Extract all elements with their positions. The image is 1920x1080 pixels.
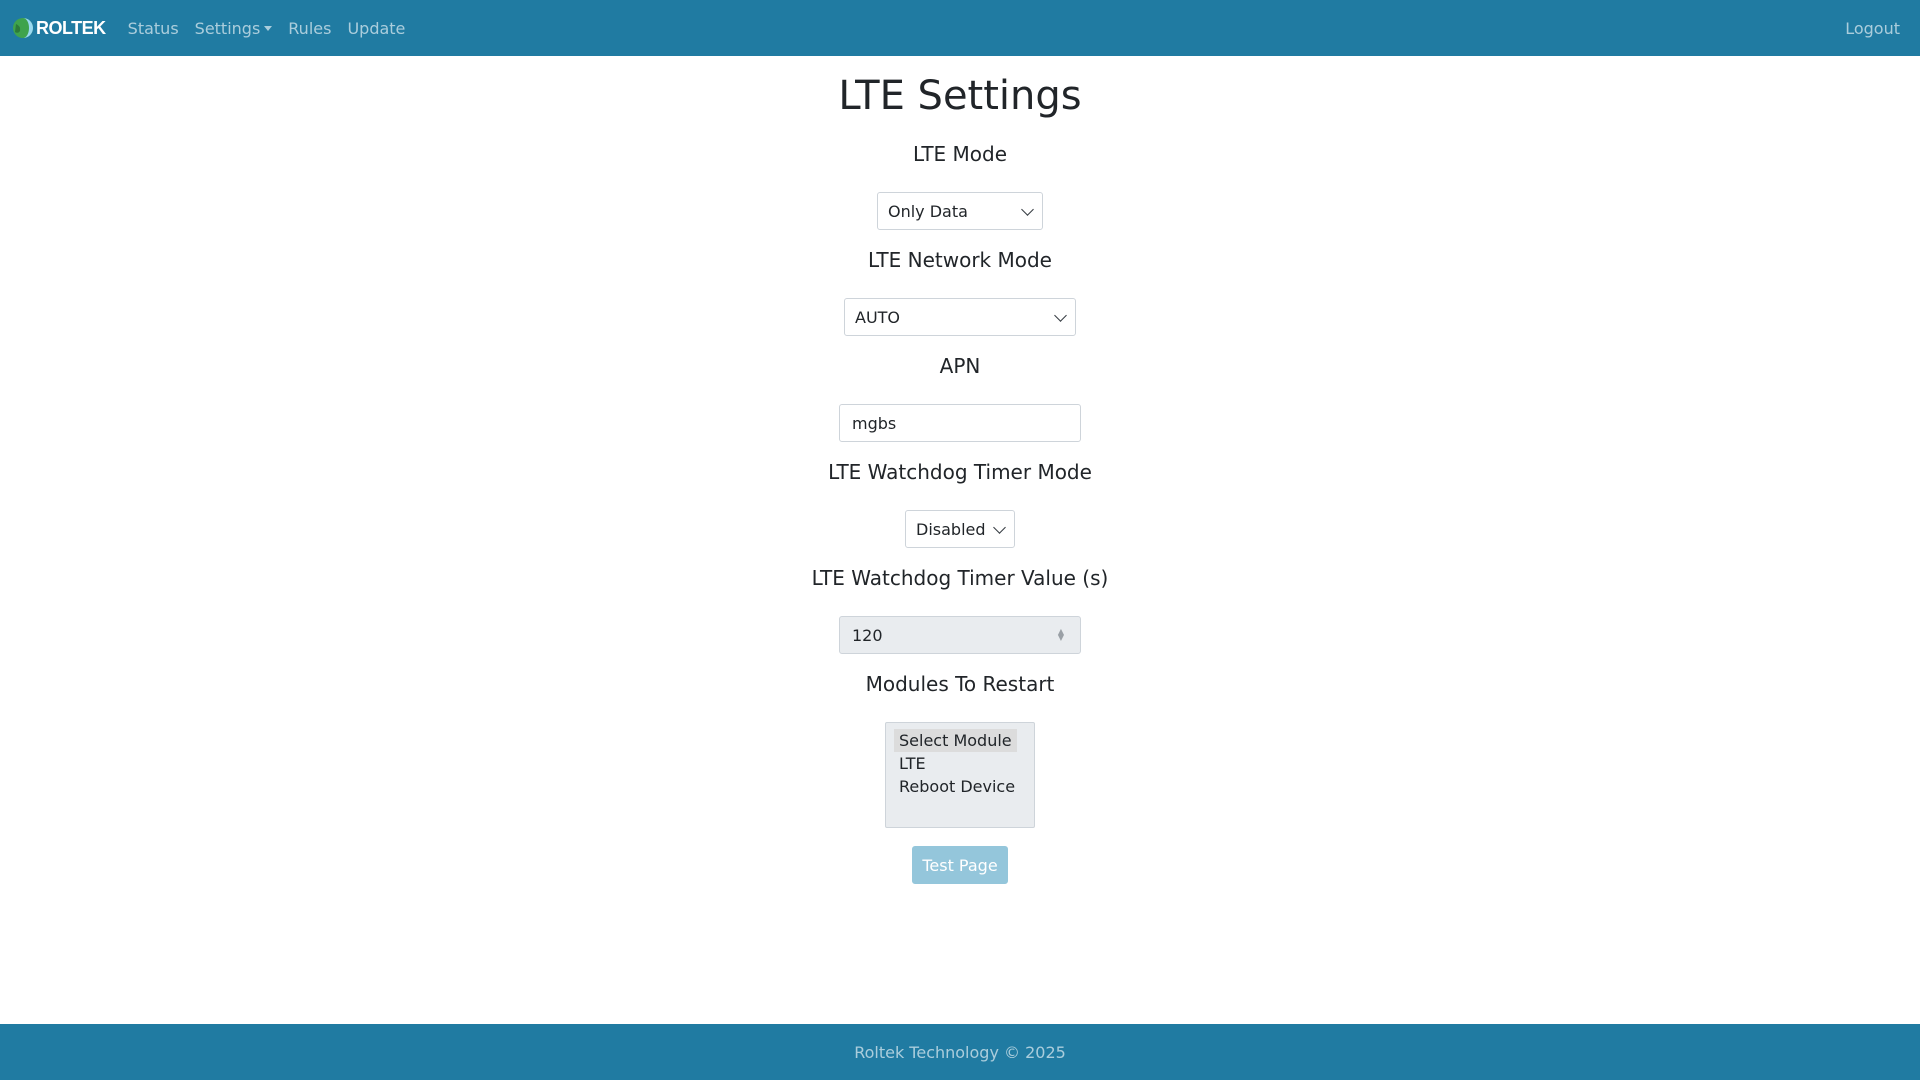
watchdog-value-label: LTE Watchdog Timer Value (s): [811, 566, 1109, 590]
modules-label: Modules To Restart: [865, 672, 1055, 696]
brand-name: ROLTEK: [36, 17, 106, 38]
apn-label: APN: [939, 354, 981, 378]
watchdog-value-input[interactable]: 120 ▲ ▼: [839, 616, 1081, 654]
module-option-select[interactable]: Select Module: [894, 729, 1017, 752]
footer: Roltek Technology © 2025: [0, 1024, 1920, 1080]
network-mode-value: AUTO: [855, 307, 901, 327]
network-mode-select[interactable]: AUTO: [844, 298, 1076, 336]
navbar: ROLTEK Status Settings Rules Update Logo…: [0, 0, 1920, 56]
globe-logo-icon: [13, 18, 33, 38]
brand-logo[interactable]: ROLTEK: [12, 17, 106, 39]
main-content: LTE Settings LTE Mode Only Data LTE Netw…: [0, 56, 1920, 1024]
spinner-arrows-icon[interactable]: ▲ ▼: [1058, 628, 1064, 642]
chevron-down-icon: [1054, 309, 1067, 322]
chevron-down-icon: [1021, 203, 1034, 216]
nav-settings-dropdown[interactable]: Settings: [187, 19, 281, 38]
lte-mode-select[interactable]: Only Data: [877, 192, 1043, 230]
watchdog-mode-value: Disabled: [916, 519, 986, 539]
nav-status[interactable]: Status: [120, 19, 187, 38]
module-option-lte[interactable]: LTE: [894, 752, 1010, 775]
logout-link[interactable]: Logout: [1837, 19, 1908, 38]
watchdog-mode-label: LTE Watchdog Timer Mode: [828, 460, 1092, 484]
lte-mode-label: LTE Mode: [912, 142, 1008, 166]
lte-mode-value: Only Data: [888, 201, 968, 221]
apn-value: mgbs: [852, 413, 897, 433]
chevron-down-icon: [993, 521, 1006, 534]
apn-input[interactable]: mgbs: [839, 404, 1081, 442]
page-title: LTE Settings: [838, 73, 1082, 119]
nav-rules[interactable]: Rules: [280, 19, 339, 38]
footer-text: Roltek Technology © 2025: [854, 1042, 1066, 1062]
nav-update[interactable]: Update: [339, 19, 413, 38]
module-option-reboot[interactable]: Reboot Device: [894, 775, 1020, 798]
network-mode-label: LTE Network Mode: [868, 248, 1052, 272]
watchdog-value: 120: [852, 625, 883, 645]
test-page-button[interactable]: Test Page: [912, 846, 1008, 884]
modules-listbox[interactable]: Select Module LTE Reboot Device: [885, 722, 1035, 828]
watchdog-mode-select[interactable]: Disabled: [905, 510, 1015, 548]
